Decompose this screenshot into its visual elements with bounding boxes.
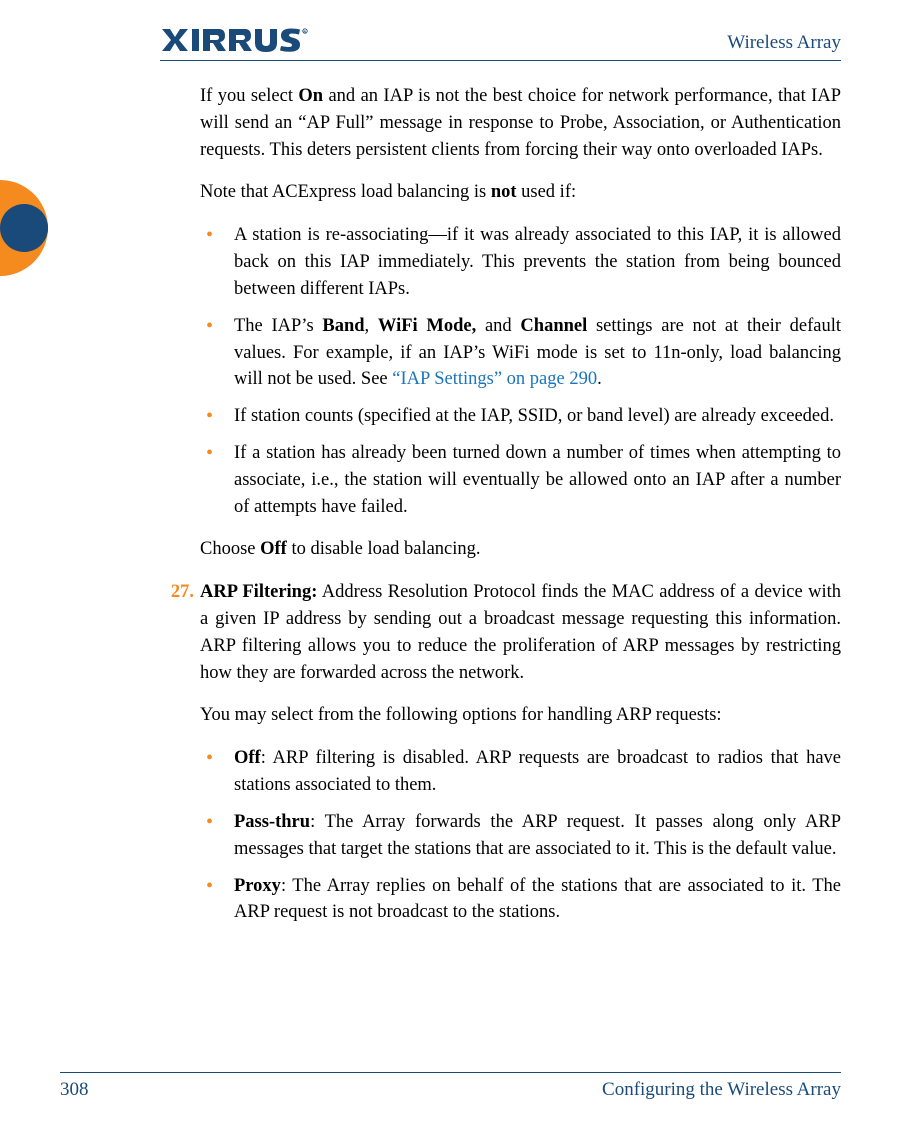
bold-text: Channel [520,316,587,336]
bullet-list: A station is re-associating—if it was al… [200,222,841,520]
bullet-list: Off: ARP filtering is disabled. ARP requ… [200,745,841,926]
side-tab-decoration [0,180,48,276]
list-item: If a station has already been turned dow… [200,440,841,520]
text: used if: [517,182,577,202]
section-title: Configuring the Wireless Array [602,1079,841,1101]
text: : The Array forwards the ARP request. It… [234,812,841,859]
text: . [597,369,602,389]
paragraph: Note that ACExpress load balancing is no… [200,179,841,206]
bold-text: Off [234,748,261,768]
document-title: Wireless Array [727,32,841,54]
page-body: If you select On and an IAP is not the b… [160,83,841,926]
list-item: The IAP’s Band, WiFi Mode, and Channel s… [200,313,841,393]
item-title: ARP Filtering: [200,582,317,602]
page-footer: 308 Configuring the Wireless Array [60,1072,841,1101]
paragraph: You may select from the following option… [200,702,841,729]
text: : ARP filtering is disabled. ARP request… [234,748,841,795]
list-item: If station counts (specified at the IAP,… [200,403,841,430]
bold-text: On [298,86,323,106]
bold-text: Pass-thru [234,812,310,832]
bold-text: Proxy [234,876,281,896]
text: Choose [200,539,260,559]
text: , [365,316,378,336]
list-item: Proxy: The Array replies on behalf of th… [200,873,841,927]
item-number: 27. [160,579,194,606]
text: A station is re-associating—if it was al… [234,225,841,299]
brand-logo: R [160,26,310,54]
bold-text: Off [260,539,287,559]
list-item: Pass-thru: The Array forwards the ARP re… [200,809,841,863]
text: Note that ACExpress load balancing is [200,182,491,202]
list-item: A station is re-associating—if it was al… [200,222,841,302]
bold-text: not [491,182,517,202]
svg-text:R: R [304,30,307,34]
text: The IAP’s [234,316,322,336]
page-header: R Wireless Array [160,26,841,61]
text: If you select [200,86,298,106]
text: If a station has already been turned dow… [234,443,841,517]
cross-ref-link[interactable]: “IAP Settings” on page 290 [392,369,597,389]
paragraph: Choose Off to disable load balancing. [200,536,841,563]
bold-text: Band [322,316,364,336]
text: : The Array replies on behalf of the sta… [234,876,841,923]
text: and [476,316,520,336]
numbered-list: 27. ARP Filtering: Address Resolution Pr… [160,579,841,686]
page-number: 308 [60,1079,89,1101]
text: to disable load balancing. [287,539,481,559]
list-item-27: 27. ARP Filtering: Address Resolution Pr… [160,579,841,686]
bold-text: WiFi Mode, [378,316,476,336]
list-item: Off: ARP filtering is disabled. ARP requ… [200,745,841,799]
paragraph: If you select On and an IAP is not the b… [200,83,841,163]
text: If station counts (specified at the IAP,… [234,406,834,426]
page: R Wireless Array If you select On and an… [0,0,901,1137]
